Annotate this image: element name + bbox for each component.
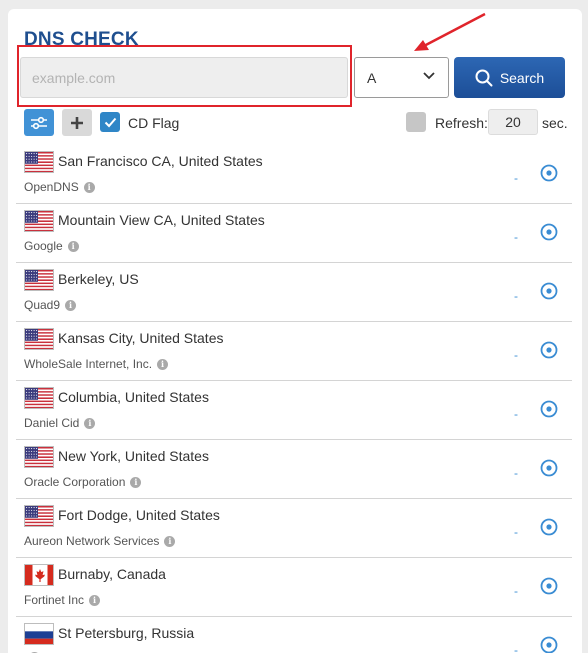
server-provider: OpenDNS i [24, 180, 95, 194]
server-provider-name: WholeSale Internet, Inc. [24, 357, 153, 371]
server-location: Kansas City, United States [58, 330, 224, 346]
sliders-icon [31, 116, 47, 129]
cd-flag-label: CD Flag [128, 115, 180, 131]
server-provider: Oracle Corporation i [24, 475, 142, 489]
server-result: - [514, 348, 518, 362]
settings-button[interactable] [24, 109, 54, 136]
details-circle-icon[interactable] [540, 459, 558, 477]
us-flag-icon [24, 210, 54, 232]
server-provider-name: Quad9 [24, 298, 61, 312]
add-server-button[interactable] [62, 109, 92, 136]
server-location: New York, United States [58, 448, 209, 464]
record-type-value: A [367, 69, 377, 86]
annotation-arrow-icon [414, 12, 486, 51]
dns-check-panel: DNS CHECK A Search CD Flag Refresh: [8, 9, 582, 653]
server-provider-name: Oracle Corporation [24, 475, 126, 489]
info-icon[interactable]: i [130, 476, 142, 488]
us-flag-icon [24, 269, 54, 291]
chevron-down-icon [423, 72, 435, 80]
us-flag-icon [24, 151, 54, 173]
checkmark-icon [104, 117, 116, 127]
server-result: - [514, 584, 518, 598]
server-provider-name: Fortinet Inc [24, 593, 85, 607]
refresh-label: Refresh: [435, 115, 488, 131]
info-icon[interactable]: i [84, 417, 96, 429]
info-icon[interactable]: i [157, 358, 169, 370]
details-circle-icon[interactable] [540, 400, 558, 418]
server-row: Berkeley, US Quad9 i - [16, 263, 572, 322]
us-flag-icon [24, 446, 54, 468]
canada-flag-icon [24, 564, 54, 586]
server-provider: Google i [24, 239, 79, 253]
plus-icon [71, 116, 83, 129]
server-row: Mountain View CA, United States Google i… [16, 204, 572, 263]
us-flag-icon [24, 387, 54, 409]
server-provider-name: Daniel Cid [24, 416, 80, 430]
server-row: Burnaby, Canada Fortinet Inc i - [16, 558, 572, 617]
details-circle-icon[interactable] [540, 223, 558, 241]
server-row: Kansas City, United States WholeSale Int… [16, 322, 572, 381]
server-location: St Petersburg, Russia [58, 625, 195, 641]
server-provider: Aureon Network Services i [24, 534, 176, 548]
server-list: San Francisco CA, United States OpenDNS … [8, 145, 582, 653]
server-result: - [514, 230, 518, 244]
russia-flag-icon [24, 623, 54, 645]
server-location: Mountain View CA, United States [58, 212, 265, 228]
details-circle-icon[interactable] [540, 577, 558, 595]
server-row: Columbia, United States Daniel Cid i - [16, 381, 572, 440]
server-result: - [514, 643, 518, 653]
domain-search-input[interactable] [20, 57, 348, 98]
server-row: New York, United States Oracle Corporati… [16, 440, 572, 499]
server-location: Columbia, United States [58, 389, 209, 405]
server-result: - [514, 407, 518, 421]
server-location: San Francisco CA, United States [58, 153, 263, 169]
us-flag-icon [24, 328, 54, 350]
refresh-unit-label: sec. [542, 115, 568, 131]
server-row: San Francisco CA, United States OpenDNS … [16, 145, 572, 204]
server-result: - [514, 466, 518, 480]
record-type-select[interactable]: A [354, 57, 449, 98]
refresh-checkbox[interactable] [406, 112, 426, 132]
server-result: - [514, 171, 518, 185]
details-circle-icon[interactable] [540, 518, 558, 536]
server-location: Fort Dodge, United States [58, 507, 220, 523]
server-location: Berkeley, US [58, 271, 139, 287]
server-location: Burnaby, Canada [58, 566, 166, 582]
details-circle-icon[interactable] [540, 636, 558, 653]
server-provider-name: Google [24, 239, 63, 253]
server-provider: Fortinet Inc i [24, 593, 101, 607]
info-icon[interactable]: i [83, 181, 95, 193]
server-row: St Petersburg, Russia i - [16, 617, 572, 653]
search-button[interactable]: Search [454, 57, 565, 98]
server-provider: Daniel Cid i [24, 416, 96, 430]
details-circle-icon[interactable] [540, 164, 558, 182]
us-flag-icon [24, 505, 54, 527]
server-provider-name: OpenDNS [24, 180, 79, 194]
server-result: - [514, 525, 518, 539]
info-icon[interactable]: i [65, 299, 77, 311]
refresh-interval-input[interactable] [488, 109, 538, 135]
search-icon [475, 69, 493, 86]
server-result: - [514, 289, 518, 303]
server-row: Fort Dodge, United States Aureon Network… [16, 499, 572, 558]
info-icon[interactable]: i [164, 535, 176, 547]
server-provider: Quad9 i [24, 298, 77, 312]
details-circle-icon[interactable] [540, 282, 558, 300]
details-circle-icon[interactable] [540, 341, 558, 359]
cd-flag-checkbox[interactable] [100, 112, 120, 132]
search-button-label: Search [499, 69, 545, 86]
page-title: DNS CHECK [24, 29, 139, 50]
info-icon[interactable]: i [67, 240, 79, 252]
server-provider: WholeSale Internet, Inc. i [24, 357, 169, 371]
server-provider-name: Aureon Network Services [24, 534, 160, 548]
info-icon[interactable]: i [89, 594, 101, 606]
